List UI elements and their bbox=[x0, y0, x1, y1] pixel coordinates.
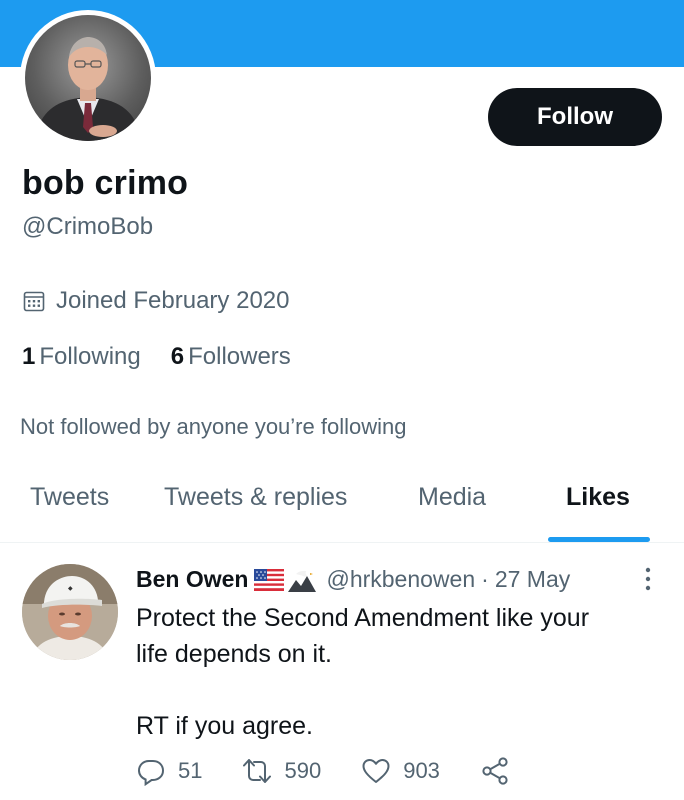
profile-handle: @CrimoBob bbox=[22, 213, 154, 240]
profile-display-name: bob crimo bbox=[22, 164, 189, 202]
follow-button[interactable]: Follow bbox=[488, 88, 662, 146]
like-button[interactable]: 903 bbox=[361, 756, 440, 786]
tweet-actions: 51 590 903 bbox=[136, 756, 522, 786]
followers-count: 6 bbox=[170, 343, 185, 370]
followers-link[interactable]: 6 Followers bbox=[171, 343, 291, 371]
following-count: 1 bbox=[22, 343, 36, 370]
profile-photo bbox=[35, 37, 141, 141]
retweet-button[interactable]: 590 bbox=[242, 756, 321, 786]
reply-button[interactable]: 51 bbox=[136, 756, 202, 786]
tweet-card[interactable]: ◆ Ben Owen @hrkbenowen · 27 May Protect … bbox=[0, 544, 684, 800]
tweet-header: Ben Owen @hrkbenowen · 27 May bbox=[136, 566, 570, 593]
joined-text: Joined February 2020 bbox=[56, 287, 290, 314]
profile-tabs: Tweets Tweets & replies Media Likes bbox=[0, 465, 684, 543]
retweet-icon bbox=[243, 759, 272, 783]
more-options-icon[interactable] bbox=[640, 566, 656, 592]
followers-label: Followers bbox=[188, 343, 291, 370]
tab-media[interactable]: Media bbox=[418, 483, 486, 512]
retweet-count: 590 bbox=[284, 758, 322, 783]
tweet-author-avatar[interactable]: ◆ bbox=[22, 564, 118, 660]
tweet-author-handle[interactable]: @hrkbenowen bbox=[326, 566, 475, 593]
share-button[interactable] bbox=[480, 756, 522, 786]
following-link[interactable]: 1 Following bbox=[22, 343, 141, 371]
profile-avatar[interactable] bbox=[20, 10, 156, 146]
joined-date: Joined February 2020 bbox=[22, 287, 289, 315]
following-label: Following bbox=[39, 343, 141, 370]
eagle-icon bbox=[288, 568, 317, 592]
tab-likes[interactable]: Likes bbox=[566, 483, 630, 512]
tab-tweets-and-replies[interactable]: Tweets & replies bbox=[164, 483, 347, 512]
share-icon bbox=[482, 757, 508, 785]
like-count: 903 bbox=[403, 758, 440, 783]
author-photo: ◆ bbox=[22, 564, 118, 660]
calendar-icon bbox=[22, 289, 46, 313]
reply-count: 51 bbox=[178, 758, 203, 783]
active-tab-indicator bbox=[548, 537, 650, 542]
header-separator: · bbox=[481, 566, 489, 592]
tweet-date[interactable]: 27 May bbox=[495, 566, 570, 593]
tweet-author-name[interactable]: Ben Owen bbox=[136, 566, 248, 593]
not-followed-notice: Not followed by anyone you’re following bbox=[20, 414, 407, 439]
us-flag-icon bbox=[254, 568, 285, 591]
svg-text:◆: ◆ bbox=[68, 585, 73, 592]
heart-icon bbox=[362, 759, 390, 783]
reply-icon bbox=[137, 760, 165, 786]
tab-tweets[interactable]: Tweets bbox=[30, 483, 109, 512]
tweet-body: Protect the Second Amendment like your l… bbox=[136, 604, 590, 740]
follow-stats: 1 Following 6 Followers bbox=[22, 343, 321, 371]
